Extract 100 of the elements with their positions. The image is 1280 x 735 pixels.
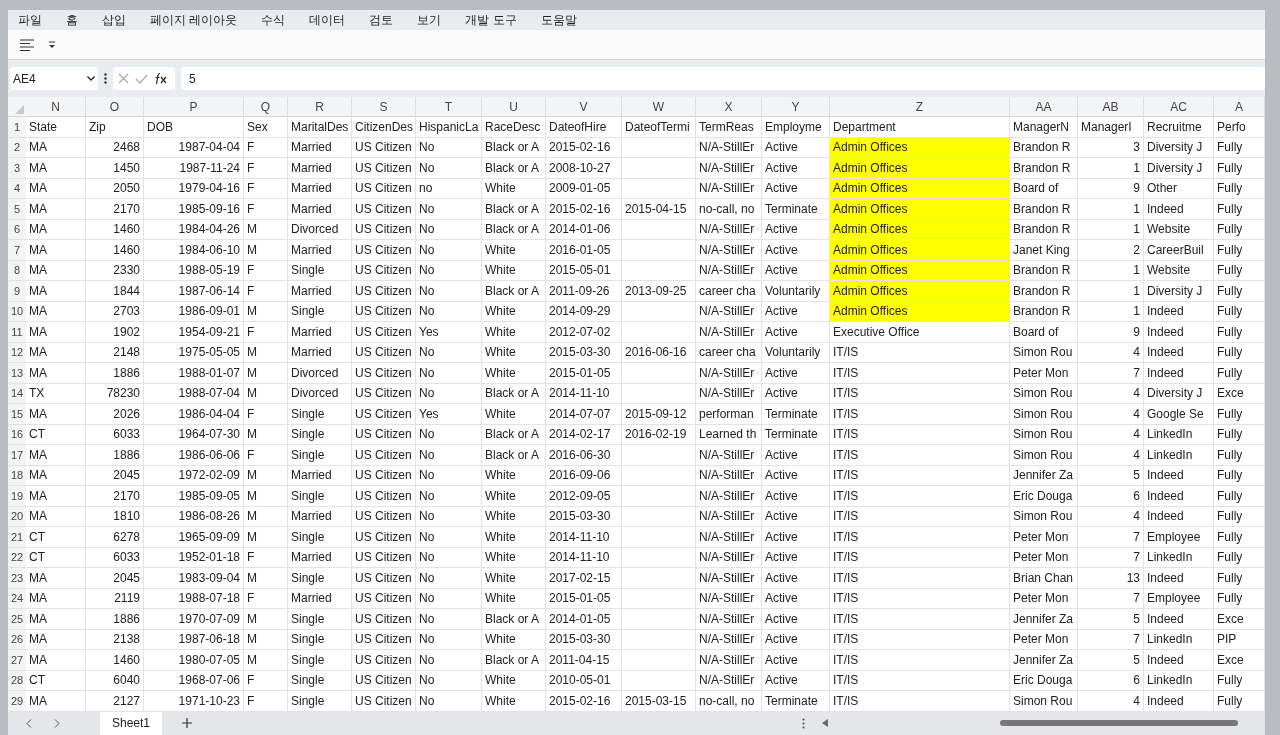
row-header[interactable]: 9 bbox=[8, 281, 26, 301]
table-cell: US Citizen bbox=[352, 240, 416, 260]
table-cell: Eric Douga bbox=[1010, 670, 1078, 690]
column-header[interactable]: AC bbox=[1144, 97, 1214, 116]
table-cell: Employee bbox=[1144, 527, 1214, 547]
row-header[interactable]: 12 bbox=[8, 342, 26, 362]
column-header[interactable]: Z bbox=[830, 97, 1010, 116]
table-cell: Brandon R bbox=[1010, 137, 1078, 157]
table-cell: F bbox=[244, 199, 288, 219]
scroll-left-icon[interactable] bbox=[822, 719, 829, 728]
table-cell: White bbox=[482, 260, 546, 280]
table-cell: F bbox=[244, 137, 288, 157]
check-icon[interactable] bbox=[135, 73, 148, 84]
column-header[interactable]: Q bbox=[244, 97, 288, 116]
column-header[interactable]: U bbox=[482, 97, 546, 116]
name-box[interactable]: AE4 bbox=[10, 67, 98, 90]
table-cell: N/A-StillEr bbox=[696, 588, 762, 608]
table-cell: Terminate bbox=[762, 691, 830, 711]
table-cell: MA bbox=[26, 199, 86, 219]
scrollbar-thumb[interactable] bbox=[1000, 720, 1239, 727]
table-cell: Black or A bbox=[482, 158, 546, 178]
row-header[interactable]: 21 bbox=[8, 527, 26, 547]
row-header[interactable]: 4 bbox=[8, 178, 26, 198]
row-header[interactable]: 17 bbox=[8, 445, 26, 465]
column-header[interactable]: T bbox=[416, 97, 482, 116]
table-cell: Simon Rou bbox=[1010, 424, 1078, 444]
table-cell: MA bbox=[26, 342, 86, 362]
table-cell: M bbox=[244, 527, 288, 547]
table-cell: Fully bbox=[1214, 445, 1265, 465]
column-header[interactable]: N bbox=[26, 97, 86, 116]
row-header[interactable]: 26 bbox=[8, 629, 26, 649]
table-cell: DateofTermi bbox=[622, 117, 696, 137]
table-cell: Admin Offices bbox=[830, 260, 1010, 280]
column-header[interactable]: S bbox=[352, 97, 416, 116]
table-cell: No bbox=[416, 506, 482, 526]
customize-caret-icon[interactable] bbox=[48, 40, 56, 49]
table-cell: MA bbox=[26, 158, 86, 178]
column-header[interactable]: A bbox=[1214, 97, 1265, 116]
row-header[interactable]: 8 bbox=[8, 260, 26, 280]
column-header[interactable]: R bbox=[288, 97, 352, 116]
table-cell: F bbox=[244, 588, 288, 608]
row-header[interactable]: 3 bbox=[8, 158, 26, 178]
row-header[interactable]: 14 bbox=[8, 383, 26, 403]
menu-item[interactable]: 검토 bbox=[367, 11, 396, 29]
table-cell: N/A-StillEr bbox=[696, 260, 762, 280]
row-header[interactable]: 11 bbox=[8, 322, 26, 342]
row-header[interactable]: 2 bbox=[8, 137, 26, 157]
row-header[interactable]: 27 bbox=[8, 650, 26, 670]
more-icon[interactable] bbox=[104, 73, 107, 84]
table-cell: N/A-StillEr bbox=[696, 650, 762, 670]
column-header[interactable]: AB bbox=[1078, 97, 1144, 116]
row-header[interactable]: 5 bbox=[8, 199, 26, 219]
function-icon[interactable] bbox=[154, 72, 168, 85]
row-header[interactable]: 10 bbox=[8, 301, 26, 321]
row-header[interactable]: 19 bbox=[8, 486, 26, 506]
column-header[interactable]: AA bbox=[1010, 97, 1078, 116]
menu-icon[interactable] bbox=[20, 38, 34, 51]
row-header[interactable]: 23 bbox=[8, 568, 26, 588]
row-header[interactable]: 6 bbox=[8, 219, 26, 239]
row-header[interactable]: 16 bbox=[8, 424, 26, 444]
column-header[interactable]: W bbox=[622, 97, 696, 116]
column-header[interactable]: O bbox=[86, 97, 144, 116]
menu-item[interactable]: 데이터 bbox=[307, 11, 348, 29]
row-header[interactable]: 25 bbox=[8, 609, 26, 629]
row-header[interactable]: 18 bbox=[8, 465, 26, 485]
table-cell: 2015-04-15 bbox=[622, 199, 696, 219]
table-cell: Diversity J bbox=[1144, 383, 1214, 403]
row-header[interactable]: 13 bbox=[8, 363, 26, 383]
menu-item[interactable]: 보기 bbox=[415, 11, 444, 29]
table-cell: Married bbox=[288, 342, 352, 362]
menu-item[interactable]: 도움말 bbox=[538, 11, 579, 29]
add-sheet-icon[interactable] bbox=[182, 718, 193, 729]
row-header[interactable]: 20 bbox=[8, 506, 26, 526]
table-cell: Board of bbox=[1010, 322, 1078, 342]
column-header[interactable]: P bbox=[144, 97, 244, 116]
row-header[interactable]: 7 bbox=[8, 240, 26, 260]
formula-input[interactable]: 5 bbox=[181, 67, 1265, 90]
menu-item[interactable]: 홈 bbox=[64, 11, 80, 29]
menu-item[interactable]: 파일 bbox=[16, 11, 44, 29]
column-header[interactable]: X bbox=[696, 97, 762, 116]
table-cell: 2015-02-16 bbox=[546, 137, 622, 157]
table-cell: MA bbox=[26, 137, 86, 157]
table-cell: Yes bbox=[416, 322, 482, 342]
menu-item[interactable]: 삽입 bbox=[100, 11, 128, 29]
column-header[interactable]: V bbox=[546, 97, 622, 116]
sheet-tab[interactable]: Sheet1 bbox=[100, 711, 163, 735]
row-header[interactable]: 29 bbox=[8, 691, 26, 711]
more-icon[interactable] bbox=[802, 717, 806, 729]
menu-item[interactable]: 페이지 레이아웃 bbox=[148, 11, 240, 29]
row-header[interactable]: 1 bbox=[8, 117, 26, 137]
menu-item[interactable]: 수식 bbox=[259, 11, 288, 29]
column-header[interactable]: Y bbox=[762, 97, 830, 116]
row-header[interactable]: 28 bbox=[8, 670, 26, 690]
row-header[interactable]: 24 bbox=[8, 588, 26, 608]
table-cell: ManagerI bbox=[1078, 117, 1144, 137]
menu-item[interactable]: 개발 도구 bbox=[463, 11, 519, 29]
table-cell: Married bbox=[288, 588, 352, 608]
row-header[interactable]: 22 bbox=[8, 547, 26, 567]
table-cell: MA bbox=[26, 465, 86, 485]
row-header[interactable]: 15 bbox=[8, 404, 26, 424]
